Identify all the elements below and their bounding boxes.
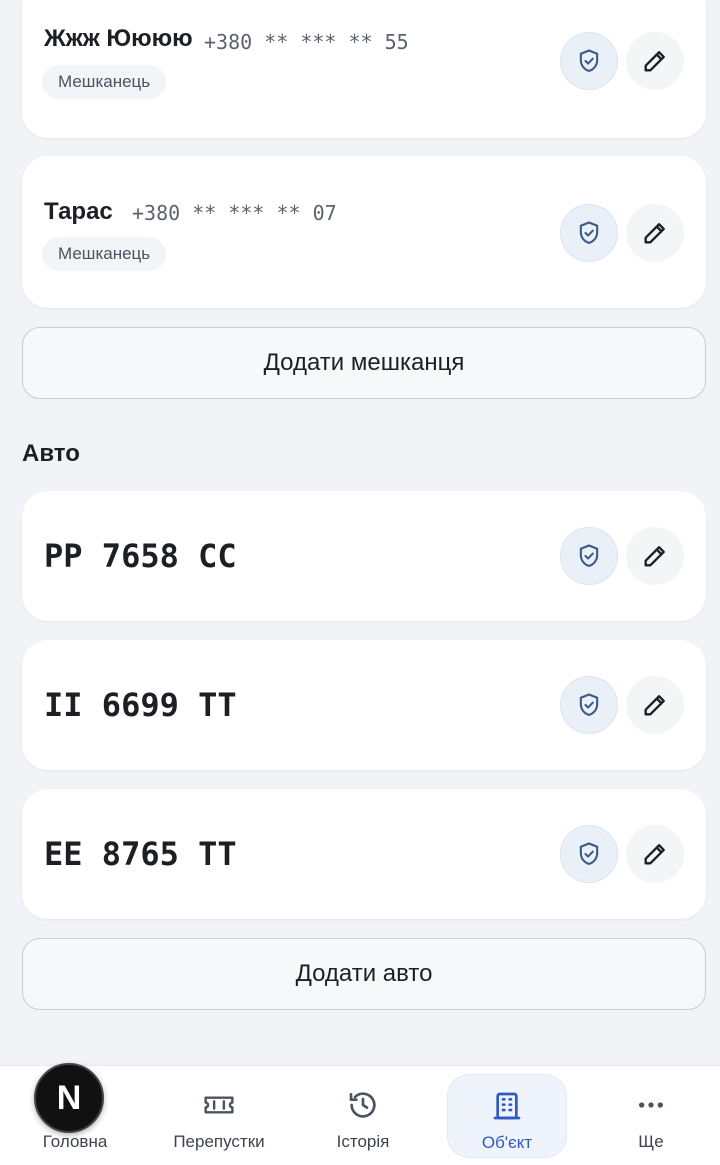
access-shield-button[interactable] — [560, 825, 618, 883]
resident-role-badge: Мешканець — [42, 237, 167, 271]
shield-check-icon — [579, 842, 599, 865]
car-card: II 6699 TT — [22, 640, 706, 770]
resident-phone: +380 ** *** ** 07 — [132, 201, 337, 225]
resident-role-badge: Мешканець — [42, 65, 167, 99]
nav-label: Об'єкт — [481, 1133, 533, 1152]
building-icon — [490, 1089, 524, 1123]
pencil-icon — [644, 695, 665, 716]
add-resident-button[interactable]: Додати мешканця — [22, 327, 706, 399]
cars-section-title: Авто — [22, 440, 80, 467]
history-icon — [346, 1088, 380, 1122]
shield-check-icon — [579, 693, 599, 716]
shield-check-icon — [579, 544, 599, 567]
resident-card: Тарас +380 ** *** ** 07 Мешканець — [22, 156, 706, 308]
edit-car-button[interactable] — [626, 527, 684, 585]
resident-card: Жжж Юююю +380 ** *** ** 55 Мешканець — [22, 0, 706, 138]
resident-phone: +380 ** *** ** 55 — [204, 30, 409, 54]
nav-passes[interactable]: Перепустки — [159, 1074, 279, 1158]
access-shield-button[interactable] — [560, 32, 618, 90]
shield-check-icon — [579, 221, 599, 244]
car-plate: EE 8765 TT — [44, 835, 237, 873]
access-shield-button[interactable] — [560, 527, 618, 585]
edit-resident-button[interactable] — [626, 32, 684, 90]
resident-name: Жжж Юююю — [44, 25, 193, 52]
pencil-icon — [644, 51, 665, 72]
ticket-icon — [202, 1088, 236, 1122]
pencil-icon — [644, 546, 665, 567]
pencil-icon — [644, 844, 665, 865]
car-card: PP 7658 CC — [22, 491, 706, 621]
nav-more[interactable]: Ще — [591, 1074, 711, 1158]
edit-car-button[interactable] — [626, 676, 684, 734]
nav-label: Перепустки — [173, 1132, 265, 1151]
shield-check-icon — [579, 49, 599, 72]
car-plate: PP 7658 CC — [44, 537, 237, 575]
nav-label: Ще — [638, 1132, 664, 1151]
access-shield-button[interactable] — [560, 204, 618, 262]
add-car-button[interactable]: Додати авто — [22, 938, 706, 1010]
edit-car-button[interactable] — [626, 825, 684, 883]
nav-label: Головна — [42, 1132, 108, 1151]
car-card: EE 8765 TT — [22, 789, 706, 919]
nav-history[interactable]: Історія — [303, 1074, 423, 1158]
edit-resident-button[interactable] — [626, 204, 684, 262]
pencil-icon — [644, 223, 665, 244]
resident-name: Тарас — [44, 198, 113, 225]
more-icon — [634, 1088, 668, 1122]
nav-label: Історія — [336, 1132, 390, 1151]
access-shield-button[interactable] — [560, 676, 618, 734]
dev-tools-badge[interactable]: N — [34, 1063, 104, 1133]
bottom-nav: Головна Перепустки Історія Об'єкт Ще — [0, 1065, 720, 1165]
nav-object[interactable]: Об'єкт — [447, 1074, 567, 1158]
car-plate: II 6699 TT — [44, 686, 237, 724]
